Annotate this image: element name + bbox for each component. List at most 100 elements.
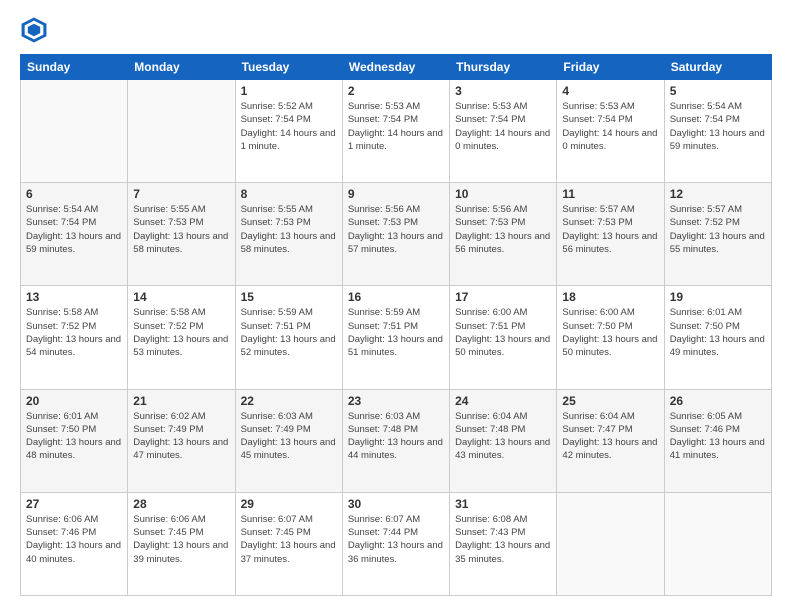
calendar-day-cell: 13 Sunrise: 5:58 AM Sunset: 7:52 PM Dayli…	[21, 286, 128, 389]
day-info: Sunrise: 6:07 AM Sunset: 7:44 PM Dayligh…	[348, 513, 444, 566]
day-info: Sunrise: 5:53 AM Sunset: 7:54 PM Dayligh…	[348, 100, 444, 153]
logo-icon	[20, 16, 48, 44]
day-info: Sunrise: 5:54 AM Sunset: 7:54 PM Dayligh…	[670, 100, 766, 153]
day-number: 21	[133, 394, 229, 408]
calendar-day-cell	[21, 80, 128, 183]
calendar-day-cell: 8 Sunrise: 5:55 AM Sunset: 7:53 PM Daylig…	[235, 183, 342, 286]
day-number: 9	[348, 187, 444, 201]
calendar-day-cell: 24Sunrise: 6:04 AM Sunset: 7:48 PM Dayli…	[450, 389, 557, 492]
page: SundayMondayTuesdayWednesdayThursdayFrid…	[0, 0, 792, 612]
calendar-day-cell: 12Sunrise: 5:57 AM Sunset: 7:52 PM Dayli…	[664, 183, 771, 286]
day-info: Sunrise: 6:04 AM Sunset: 7:48 PM Dayligh…	[455, 410, 551, 463]
calendar-day-cell	[128, 80, 235, 183]
calendar-day-cell: 6Sunrise: 5:54 AM Sunset: 7:54 PM Daylig…	[21, 183, 128, 286]
calendar-day-cell: 7 Sunrise: 5:55 AM Sunset: 7:53 PM Daylig…	[128, 183, 235, 286]
day-info: Sunrise: 6:06 AM Sunset: 7:46 PM Dayligh…	[26, 513, 122, 566]
day-info: Sunrise: 6:06 AM Sunset: 7:45 PM Dayligh…	[133, 513, 229, 566]
logo	[20, 16, 52, 44]
day-number: 31	[455, 497, 551, 511]
day-number: 29	[241, 497, 337, 511]
calendar-day-cell: 3 Sunrise: 5:53 AM Sunset: 7:54 PM Daylig…	[450, 80, 557, 183]
calendar-header-row: SundayMondayTuesdayWednesdayThursdayFrid…	[21, 55, 772, 80]
calendar-day-cell: 9 Sunrise: 5:56 AM Sunset: 7:53 PM Daylig…	[342, 183, 449, 286]
day-number: 4	[562, 84, 658, 98]
day-number: 1	[241, 84, 337, 98]
day-number: 25	[562, 394, 658, 408]
day-number: 7	[133, 187, 229, 201]
day-number: 10	[455, 187, 551, 201]
calendar-day-cell: 30 Sunrise: 6:07 AM Sunset: 7:44 PM Dayli…	[342, 492, 449, 595]
calendar-day-cell: 27 Sunrise: 6:06 AM Sunset: 7:46 PM Dayli…	[21, 492, 128, 595]
day-info: Sunrise: 5:55 AM Sunset: 7:53 PM Dayligh…	[133, 203, 229, 256]
calendar-day-cell: 20 Sunrise: 6:01 AM Sunset: 7:50 PM Dayli…	[21, 389, 128, 492]
day-number: 2	[348, 84, 444, 98]
day-number: 30	[348, 497, 444, 511]
day-info: Sunrise: 5:58 AM Sunset: 7:52 PM Dayligh…	[26, 306, 122, 359]
calendar-day-cell: 4Sunrise: 5:53 AM Sunset: 7:54 PM Daylig…	[557, 80, 664, 183]
day-info: Sunrise: 5:56 AM Sunset: 7:53 PM Dayligh…	[348, 203, 444, 256]
day-number: 23	[348, 394, 444, 408]
calendar-day-cell: 2 Sunrise: 5:53 AM Sunset: 7:54 PM Daylig…	[342, 80, 449, 183]
day-info: Sunrise: 6:00 AM Sunset: 7:50 PM Dayligh…	[562, 306, 658, 359]
calendar-day-cell: 25 Sunrise: 6:04 AM Sunset: 7:47 PM Dayli…	[557, 389, 664, 492]
calendar-week-row: 1 Sunrise: 5:52 AM Sunset: 7:54 PM Daylig…	[21, 80, 772, 183]
day-number: 19	[670, 290, 766, 304]
day-info: Sunrise: 5:56 AM Sunset: 7:53 PM Dayligh…	[455, 203, 551, 256]
calendar-week-row: 6Sunrise: 5:54 AM Sunset: 7:54 PM Daylig…	[21, 183, 772, 286]
calendar-day-cell: 18 Sunrise: 6:00 AM Sunset: 7:50 PM Dayli…	[557, 286, 664, 389]
day-number: 16	[348, 290, 444, 304]
day-number: 27	[26, 497, 122, 511]
day-info: Sunrise: 5:59 AM Sunset: 7:51 PM Dayligh…	[241, 306, 337, 359]
calendar-day-cell: 17 Sunrise: 6:00 AM Sunset: 7:51 PM Dayli…	[450, 286, 557, 389]
calendar-day-cell: 29 Sunrise: 6:07 AM Sunset: 7:45 PM Dayli…	[235, 492, 342, 595]
day-of-week-header: Friday	[557, 55, 664, 80]
day-number: 11	[562, 187, 658, 201]
day-info: Sunrise: 5:53 AM Sunset: 7:54 PM Dayligh…	[455, 100, 551, 153]
calendar-day-cell: 14Sunrise: 5:58 AM Sunset: 7:52 PM Dayli…	[128, 286, 235, 389]
day-info: Sunrise: 5:57 AM Sunset: 7:53 PM Dayligh…	[562, 203, 658, 256]
day-number: 15	[241, 290, 337, 304]
day-of-week-header: Thursday	[450, 55, 557, 80]
day-number: 14	[133, 290, 229, 304]
day-info: Sunrise: 6:07 AM Sunset: 7:45 PM Dayligh…	[241, 513, 337, 566]
day-number: 8	[241, 187, 337, 201]
day-info: Sunrise: 5:52 AM Sunset: 7:54 PM Dayligh…	[241, 100, 337, 153]
calendar-day-cell: 19 Sunrise: 6:01 AM Sunset: 7:50 PM Dayli…	[664, 286, 771, 389]
calendar-day-cell	[664, 492, 771, 595]
day-info: Sunrise: 5:55 AM Sunset: 7:53 PM Dayligh…	[241, 203, 337, 256]
day-number: 5	[670, 84, 766, 98]
day-info: Sunrise: 6:01 AM Sunset: 7:50 PM Dayligh…	[26, 410, 122, 463]
day-info: Sunrise: 6:00 AM Sunset: 7:51 PM Dayligh…	[455, 306, 551, 359]
day-number: 18	[562, 290, 658, 304]
day-info: Sunrise: 6:03 AM Sunset: 7:49 PM Dayligh…	[241, 410, 337, 463]
calendar-table: SundayMondayTuesdayWednesdayThursdayFrid…	[20, 54, 772, 596]
day-of-week-header: Saturday	[664, 55, 771, 80]
calendar-week-row: 27 Sunrise: 6:06 AM Sunset: 7:46 PM Dayli…	[21, 492, 772, 595]
calendar-day-cell: 31Sunrise: 6:08 AM Sunset: 7:43 PM Dayli…	[450, 492, 557, 595]
calendar-day-cell: 15 Sunrise: 5:59 AM Sunset: 7:51 PM Dayli…	[235, 286, 342, 389]
day-of-week-header: Wednesday	[342, 55, 449, 80]
day-number: 3	[455, 84, 551, 98]
day-info: Sunrise: 6:01 AM Sunset: 7:50 PM Dayligh…	[670, 306, 766, 359]
day-number: 20	[26, 394, 122, 408]
calendar-day-cell: 1 Sunrise: 5:52 AM Sunset: 7:54 PM Daylig…	[235, 80, 342, 183]
calendar-day-cell: 11 Sunrise: 5:57 AM Sunset: 7:53 PM Dayli…	[557, 183, 664, 286]
calendar-day-cell: 5 Sunrise: 5:54 AM Sunset: 7:54 PM Daylig…	[664, 80, 771, 183]
calendar-day-cell: 28Sunrise: 6:06 AM Sunset: 7:45 PM Dayli…	[128, 492, 235, 595]
day-info: Sunrise: 5:57 AM Sunset: 7:52 PM Dayligh…	[670, 203, 766, 256]
calendar-day-cell: 22Sunrise: 6:03 AM Sunset: 7:49 PM Dayli…	[235, 389, 342, 492]
calendar-week-row: 13 Sunrise: 5:58 AM Sunset: 7:52 PM Dayli…	[21, 286, 772, 389]
day-of-week-header: Monday	[128, 55, 235, 80]
calendar-day-cell: 23 Sunrise: 6:03 AM Sunset: 7:48 PM Dayli…	[342, 389, 449, 492]
day-of-week-header: Sunday	[21, 55, 128, 80]
day-number: 13	[26, 290, 122, 304]
day-number: 17	[455, 290, 551, 304]
day-info: Sunrise: 6:03 AM Sunset: 7:48 PM Dayligh…	[348, 410, 444, 463]
day-info: Sunrise: 5:54 AM Sunset: 7:54 PM Dayligh…	[26, 203, 122, 256]
day-of-week-header: Tuesday	[235, 55, 342, 80]
calendar-day-cell: 16 Sunrise: 5:59 AM Sunset: 7:51 PM Dayli…	[342, 286, 449, 389]
day-info: Sunrise: 6:04 AM Sunset: 7:47 PM Dayligh…	[562, 410, 658, 463]
calendar-day-cell: 26Sunrise: 6:05 AM Sunset: 7:46 PM Dayli…	[664, 389, 771, 492]
day-info: Sunrise: 6:02 AM Sunset: 7:49 PM Dayligh…	[133, 410, 229, 463]
day-info: Sunrise: 5:59 AM Sunset: 7:51 PM Dayligh…	[348, 306, 444, 359]
